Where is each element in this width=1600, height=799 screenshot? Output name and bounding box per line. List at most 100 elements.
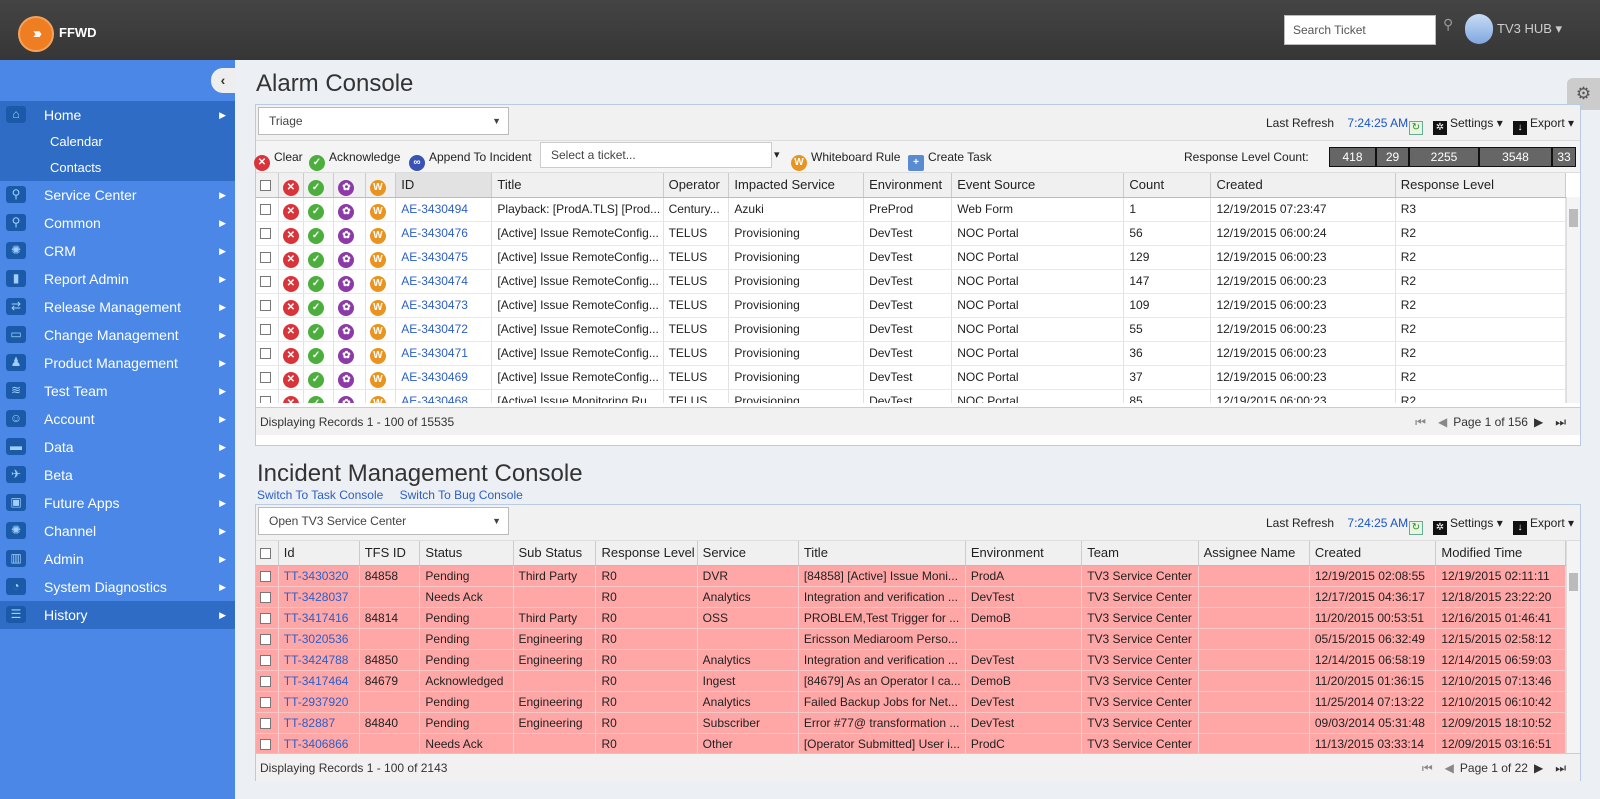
- sidebar-item-change-management[interactable]: ▭ Change Management ▶: [0, 321, 235, 349]
- table-row[interactable]: TT-3406866 Needs Ack R0 Other [Operator Subm…: [256, 733, 1566, 753]
- refresh-icon[interactable]: ↻: [1409, 516, 1423, 535]
- whiteboard-icon[interactable]: W: [365, 245, 397, 270]
- row-checkbox[interactable]: [256, 691, 279, 713]
- clear-icon[interactable]: ✕: [278, 341, 305, 366]
- ffwd-logo-icon[interactable]: ›››: [18, 16, 54, 52]
- row-checkbox[interactable]: [256, 586, 279, 608]
- sidebar-item-test-team[interactable]: ≋ Test Team ▶: [0, 377, 235, 405]
- first-page-icon[interactable]: ⏮: [1415, 415, 1426, 429]
- clear-icon[interactable]: ✕: [278, 293, 305, 318]
- column-header-service[interactable]: Service: [697, 541, 799, 566]
- incident-view-select[interactable]: Open TV3 Service Center ▼: [258, 507, 509, 535]
- paw-icon[interactable]: ✿: [333, 245, 366, 270]
- sidebar-item-product-management[interactable]: ♟ Product Management ▶: [0, 349, 235, 377]
- user-menu[interactable]: TV3 HUB ▾: [1497, 21, 1562, 37]
- column-header-count[interactable]: Count: [1123, 173, 1212, 198]
- clear-icon[interactable]: ✕: [278, 197, 305, 222]
- column-header-modified-time[interactable]: Modified Time: [1435, 541, 1566, 566]
- row-checkbox[interactable]: [256, 221, 279, 246]
- create-task-button[interactable]: + Create Task: [908, 150, 992, 171]
- cell-id[interactable]: AE-3430494: [395, 197, 493, 222]
- column-header-response-level[interactable]: Response Level: [1395, 173, 1566, 198]
- table-row[interactable]: ✕ ✓ ✿ W AE-3430474 [Active] Issue RemoteConfi…: [256, 269, 1566, 294]
- whiteboard-icon[interactable]: W: [365, 221, 397, 246]
- whiteboard-icon[interactable]: W: [365, 365, 397, 390]
- sidebar-item-release-management[interactable]: ⇄ Release Management ▶: [0, 293, 235, 321]
- paw-icon[interactable]: ✿: [333, 293, 366, 318]
- alarm-view-select[interactable]: Triage ▼: [258, 107, 509, 135]
- table-row[interactable]: ✕ ✓ ✿ W AE-3430471 [Active] Issue RemoteConfi…: [256, 341, 1566, 366]
- cell-id[interactable]: TT-2937920: [278, 691, 360, 713]
- append-to-incident-button[interactable]: ∞ Append To Incident: [409, 150, 532, 171]
- column-header-tfs-id[interactable]: TFS ID: [359, 541, 421, 566]
- search-icon[interactable]: ⚲: [1443, 16, 1453, 33]
- alarm-scroll-thumb[interactable]: [1569, 209, 1578, 227]
- whiteboard-rule-button[interactable]: W Whiteboard Rule: [791, 150, 900, 171]
- clear-icon[interactable]: ✕: [278, 389, 305, 403]
- clear-icon[interactable]: ✕: [278, 245, 305, 270]
- incident-scrollbar[interactable]: [1566, 541, 1580, 753]
- column-header-environment[interactable]: Environment: [965, 541, 1083, 566]
- table-row[interactable]: ✕ ✓ ✿ W AE-3430494 Playback: [ProdA.TLS] [Pro…: [256, 197, 1566, 222]
- whiteboard-icon[interactable]: W: [365, 389, 397, 403]
- table-row[interactable]: TT-3430320 84858 Pending Third Party R0 DVR [8…: [256, 565, 1566, 587]
- paw-icon[interactable]: ✿: [333, 341, 366, 366]
- cell-id[interactable]: AE-3430475: [395, 245, 493, 270]
- cell-id[interactable]: TT-3417464: [278, 670, 360, 692]
- table-row[interactable]: ✕ ✓ ✿ W AE-3430469 [Active] Issue RemoteConfi…: [256, 365, 1566, 390]
- row-checkbox[interactable]: [256, 197, 279, 222]
- select-all-checkbox[interactable]: [256, 173, 279, 198]
- paw-icon[interactable]: ✿: [333, 197, 366, 222]
- settings-menu[interactable]: ✲ Settings ▾: [1433, 516, 1503, 535]
- sidebar-item-channel[interactable]: ✺ Channel ▶: [0, 517, 235, 545]
- sidebar-item-common[interactable]: ⚲ Common ▶: [0, 209, 235, 237]
- table-row[interactable]: TT-2937920 Pending Engineering R0 Analytics F…: [256, 691, 1566, 713]
- next-page-icon[interactable]: ▶: [1534, 415, 1543, 429]
- row-checkbox[interactable]: [256, 269, 279, 294]
- row-checkbox[interactable]: [256, 649, 279, 671]
- row-checkbox[interactable]: [256, 389, 279, 403]
- row-checkbox[interactable]: [256, 607, 279, 629]
- table-row[interactable]: ✕ ✓ ✿ W AE-3430476 [Active] Issue RemoteConfi…: [256, 221, 1566, 246]
- sidebar-subitem-calendar[interactable]: Calendar: [0, 129, 235, 155]
- cell-id[interactable]: TT-3020536: [278, 628, 360, 650]
- row-checkbox[interactable]: [256, 733, 279, 753]
- sidebar-item-data[interactable]: ▬ Data ▶: [0, 433, 235, 461]
- check-icon[interactable]: ✓: [303, 197, 335, 222]
- row-checkbox[interactable]: [256, 245, 279, 270]
- switch-to-task-link[interactable]: Switch To Task Console: [257, 488, 383, 502]
- row-checkbox[interactable]: [256, 365, 279, 390]
- ack-col-icon[interactable]: ✓: [303, 173, 335, 198]
- clear-icon[interactable]: ✕: [278, 317, 305, 342]
- prev-page-icon[interactable]: ◀: [1438, 415, 1447, 429]
- column-header-title[interactable]: Title: [798, 541, 966, 566]
- clear-icon[interactable]: ✕: [278, 221, 305, 246]
- select-all-checkbox[interactable]: [256, 541, 279, 566]
- last-page-icon[interactable]: ⏭: [1555, 761, 1566, 775]
- row-checkbox[interactable]: [256, 565, 279, 587]
- paw-icon[interactable]: ✿: [333, 365, 366, 390]
- sidebar-item-report-admin[interactable]: ▮ Report Admin ▶: [0, 265, 235, 293]
- cell-id[interactable]: AE-3430471: [395, 341, 493, 366]
- check-icon[interactable]: ✓: [303, 317, 335, 342]
- check-icon[interactable]: ✓: [303, 365, 335, 390]
- column-header-assignee-name[interactable]: Assignee Name: [1198, 541, 1310, 566]
- paw-icon[interactable]: ✿: [333, 389, 366, 403]
- avatar[interactable]: [1465, 14, 1493, 44]
- switch-to-bug-link[interactable]: Switch To Bug Console: [400, 488, 523, 502]
- table-row[interactable]: ✕ ✓ ✿ W AE-3430468 [Active] Issue Monitoring.…: [256, 389, 1566, 403]
- column-header-created[interactable]: Created: [1210, 173, 1396, 198]
- paw-icon[interactable]: ✿: [333, 221, 366, 246]
- column-header-impacted-service[interactable]: Impacted Service: [728, 173, 865, 198]
- table-row[interactable]: ✕ ✓ ✿ W AE-3430472 [Active] Issue RemoteConfi…: [256, 317, 1566, 342]
- column-header-status[interactable]: Status: [419, 541, 514, 566]
- cell-id[interactable]: TT-3430320: [278, 565, 360, 587]
- prev-page-icon[interactable]: ◀: [1445, 761, 1454, 775]
- paw-icon[interactable]: ✿: [333, 317, 366, 342]
- row-checkbox[interactable]: [256, 670, 279, 692]
- clear-col-icon[interactable]: ✕: [278, 173, 305, 198]
- cell-id[interactable]: TT-3428037: [278, 586, 360, 608]
- cell-id[interactable]: AE-3430476: [395, 221, 493, 246]
- whiteboard-icon[interactable]: W: [365, 269, 397, 294]
- table-row[interactable]: TT-82887 84840 Pending Engineering R0 Subscri…: [256, 712, 1566, 734]
